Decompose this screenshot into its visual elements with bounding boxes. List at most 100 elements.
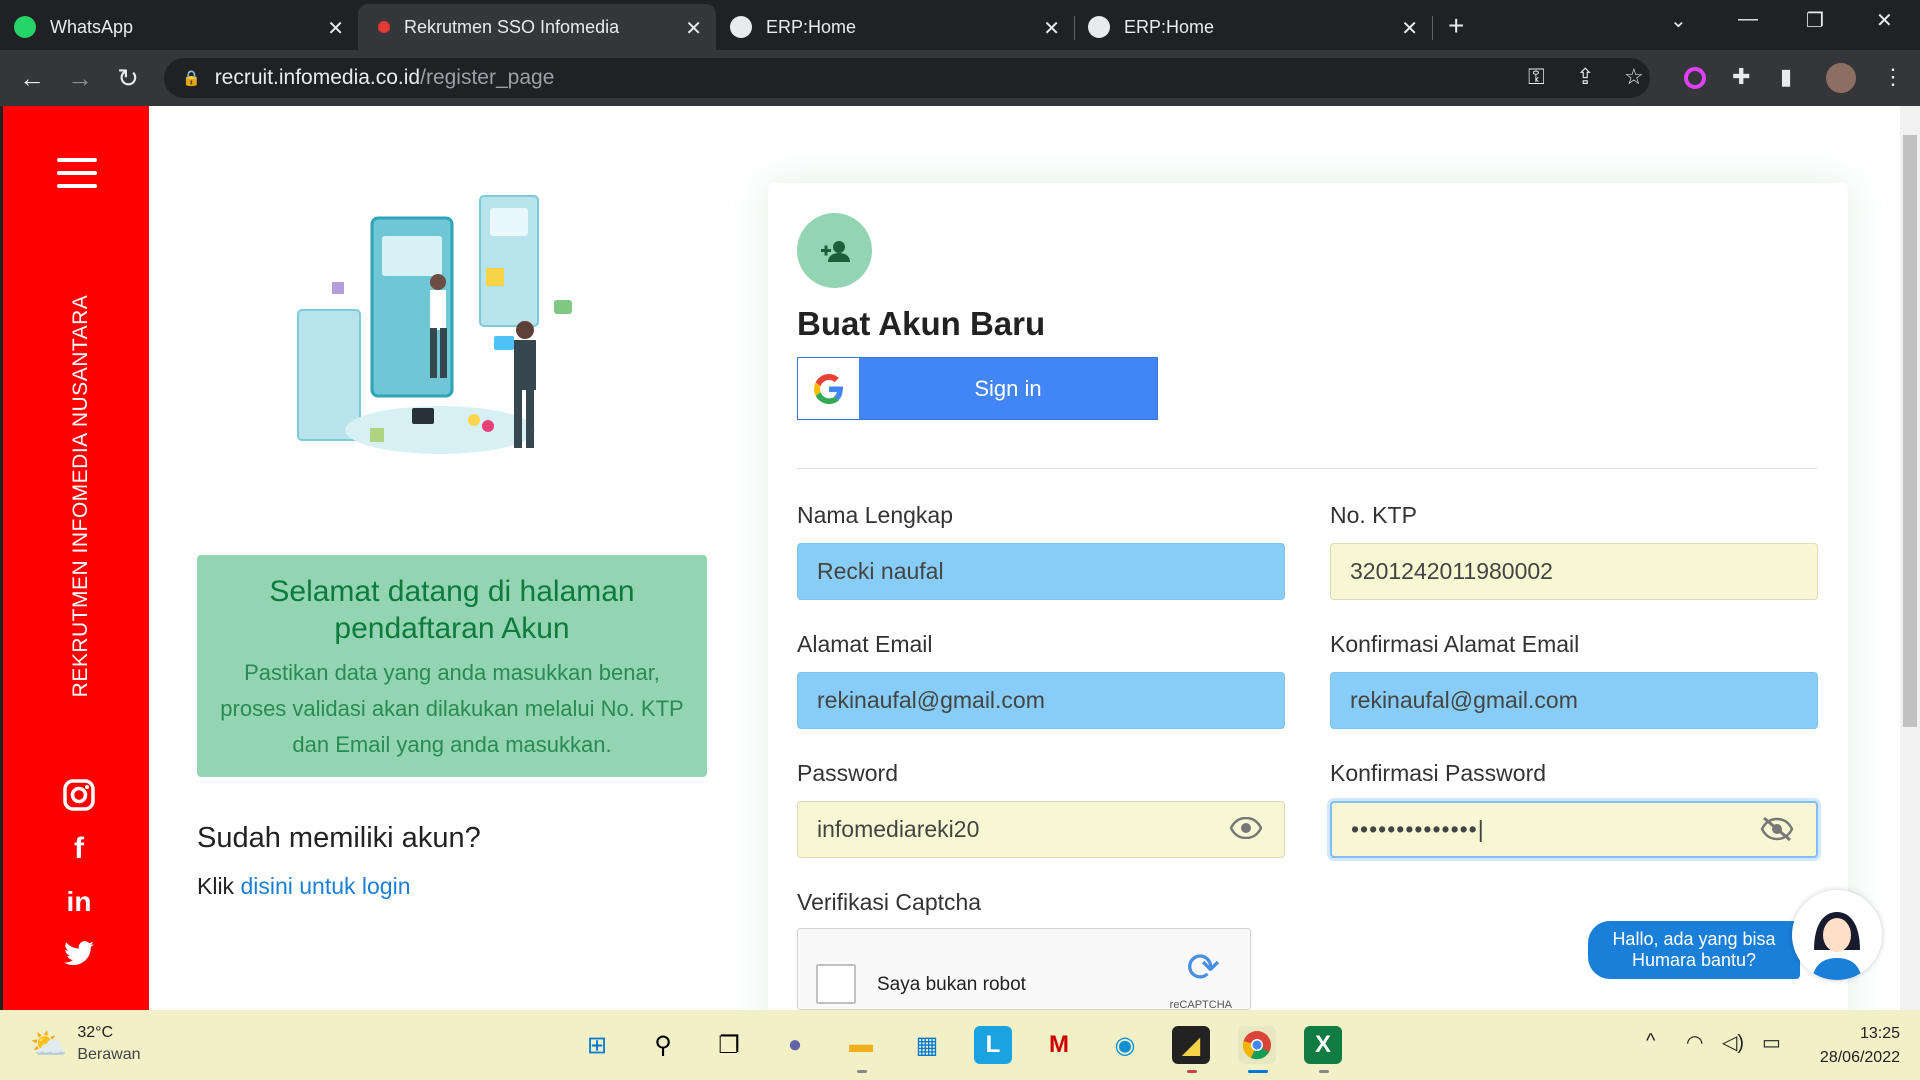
url-path: /register_page bbox=[420, 66, 555, 89]
microsoft-store-icon[interactable]: ▦ bbox=[908, 1026, 946, 1064]
instagram-icon[interactable] bbox=[61, 778, 97, 820]
task-view-icon[interactable]: ❐ bbox=[710, 1026, 748, 1064]
login-line: Klik disini untuk login bbox=[197, 873, 411, 900]
scrollbar-thumb[interactable] bbox=[1903, 135, 1917, 727]
mcafee-icon[interactable]: M bbox=[1040, 1026, 1078, 1064]
sticky-notes-icon[interactable]: ◢ bbox=[1172, 1026, 1210, 1064]
password-confirm-input[interactable]: ••••••••••••••| bbox=[1330, 801, 1818, 858]
password-label: Password bbox=[797, 760, 898, 786]
lock-icon: 🔒 bbox=[182, 70, 201, 87]
tab-whatsapp[interactable]: WhatsApp ✕ bbox=[0, 4, 359, 50]
tab-erp-home[interactable]: ERP:Home ✕ bbox=[716, 4, 1075, 50]
show-hidden-icons-chevron[interactable]: ^ bbox=[1646, 1030, 1655, 1053]
reload-icon[interactable]: ↻ bbox=[104, 63, 152, 94]
color-extension-icon[interactable] bbox=[1684, 67, 1706, 89]
divider bbox=[797, 468, 1817, 469]
battery-icon[interactable]: ▭ bbox=[1762, 1030, 1781, 1055]
close-icon[interactable]: ✕ bbox=[1401, 16, 1418, 41]
sidebar: REKRUTMEN INFOMEDIA NUSANTARA f in bbox=[0, 106, 149, 1010]
tab-label: ERP:Home bbox=[1124, 16, 1215, 37]
recaptcha-widget: Saya bukan robot ⟳ reCAPTCHA bbox=[797, 928, 1251, 1011]
infomedia-icon bbox=[378, 21, 390, 33]
running-indicator bbox=[1187, 1070, 1197, 1073]
address-bar: ← → ↻ 🔒 recruit.infomedia.co.id/register… bbox=[0, 50, 1920, 106]
profile-avatar[interactable] bbox=[1826, 63, 1856, 93]
forward-icon[interactable]: → bbox=[56, 63, 104, 94]
clock-date: 28/06/2022 bbox=[1819, 1049, 1900, 1066]
file-explorer-icon[interactable]: ▬ bbox=[842, 1026, 880, 1064]
google-sign-in-label: Sign in bbox=[974, 375, 1042, 401]
nama-value: Recki naufal bbox=[817, 558, 944, 584]
running-indicator bbox=[857, 1070, 867, 1073]
sidebar-brand-text: REKRUTMEN INFOMEDIA NUSANTARA bbox=[69, 294, 92, 698]
key-icon[interactable]: ⚿ bbox=[1528, 64, 1545, 90]
email-label: Alamat Email bbox=[797, 631, 933, 657]
email-confirm-input[interactable]: rekinaufal@gmail.com bbox=[1330, 672, 1818, 729]
teams-chat-icon[interactable]: ● bbox=[776, 1026, 814, 1064]
tab-rekrutmen[interactable]: Rekrutmen SSO Infomedia ✕ bbox=[358, 4, 716, 50]
ktp-label: No. KTP bbox=[1330, 502, 1417, 528]
chat-bubble[interactable]: Hallo, ada yang bisa Humara bantu? bbox=[1588, 921, 1800, 979]
google-icon bbox=[798, 358, 859, 419]
system-clock[interactable]: 13:25 28/06/2022 bbox=[1800, 1022, 1900, 1070]
window-close-icon[interactable]: ✕ bbox=[1876, 8, 1893, 33]
tab-erp-home-2[interactable]: ERP:Home ✕ bbox=[1074, 4, 1433, 50]
globe-icon bbox=[730, 16, 752, 38]
twitter-icon[interactable] bbox=[61, 940, 97, 976]
edge-icon[interactable]: ◉ bbox=[1106, 1026, 1144, 1064]
temperature: 32°C bbox=[77, 1024, 114, 1041]
close-icon[interactable]: ✕ bbox=[1043, 16, 1060, 41]
add-user-icon bbox=[797, 213, 872, 288]
chrome-icon[interactable] bbox=[1238, 1026, 1276, 1064]
email-input[interactable]: rekinaufal@gmail.com bbox=[797, 672, 1285, 729]
chat-avatar[interactable] bbox=[1792, 890, 1882, 980]
share-icon[interactable]: ⇪ bbox=[1576, 64, 1594, 90]
volume-icon[interactable]: ◁) bbox=[1722, 1030, 1744, 1055]
tab-search-icon[interactable]: ⌄ bbox=[1670, 8, 1687, 33]
active-indicator bbox=[1248, 1070, 1268, 1073]
password-input[interactable]: infomediareki20 bbox=[797, 801, 1285, 858]
ktp-input[interactable]: 3201242011980002 bbox=[1330, 543, 1818, 600]
new-tab-icon[interactable]: + bbox=[1448, 10, 1464, 42]
nama-lengkap-input[interactable]: Recki naufal bbox=[797, 543, 1285, 600]
eye-icon[interactable] bbox=[1229, 815, 1263, 846]
star-icon[interactable]: ☆ bbox=[1624, 64, 1644, 90]
excel-icon[interactable]: X bbox=[1304, 1026, 1342, 1064]
extensions-icon[interactable]: ✚ bbox=[1732, 64, 1750, 90]
menu-icon[interactable]: ⋮ bbox=[1882, 64, 1904, 90]
restore-icon[interactable]: ❐ bbox=[1806, 8, 1824, 33]
hamburger-menu-icon[interactable] bbox=[57, 158, 97, 197]
login-link[interactable]: disini untuk login bbox=[240, 873, 410, 899]
browser-tab-bar: WhatsApp ✕ Rekrutmen SSO Infomedia ✕ ERP… bbox=[0, 0, 1920, 50]
captcha-checkbox[interactable] bbox=[816, 964, 856, 1004]
wifi-icon[interactable]: ◠ bbox=[1686, 1030, 1703, 1055]
facebook-icon[interactable]: f bbox=[61, 832, 97, 866]
password-value: infomediareki20 bbox=[817, 816, 980, 842]
captcha-text: Saya bukan robot bbox=[877, 974, 1026, 995]
google-sign-in-button[interactable]: Sign in bbox=[797, 357, 1158, 420]
tab-separator bbox=[1432, 16, 1433, 40]
l-app-icon[interactable]: L bbox=[974, 1026, 1012, 1064]
eye-off-icon[interactable] bbox=[1760, 816, 1794, 849]
password-confirm-label: Konfirmasi Password bbox=[1330, 760, 1547, 786]
tab-label: ERP:Home bbox=[766, 16, 857, 37]
email-value: rekinaufal@gmail.com bbox=[817, 687, 1045, 713]
recaptcha-icon: ⟳ bbox=[1186, 946, 1220, 990]
side-panel-icon[interactable]: ▮ bbox=[1780, 64, 1792, 90]
windows-start-icon[interactable]: ⊞ bbox=[578, 1026, 616, 1064]
password-confirm-value: ••••••••••••••| bbox=[1351, 816, 1485, 842]
ktp-value: 3201242011980002 bbox=[1350, 558, 1553, 584]
minimize-icon[interactable]: — bbox=[1738, 8, 1758, 31]
tab-label: WhatsApp bbox=[50, 16, 134, 37]
close-icon[interactable]: ✕ bbox=[327, 16, 344, 41]
email-confirm-label: Konfirmasi Alamat Email bbox=[1330, 631, 1580, 657]
cloud-sun-icon: ⛅ bbox=[30, 1027, 68, 1061]
linkedin-icon[interactable]: in bbox=[61, 886, 97, 918]
back-icon[interactable]: ← bbox=[8, 63, 56, 94]
welcome-box: Selamat datang di halaman pendaftaran Ak… bbox=[197, 555, 707, 777]
running-indicator bbox=[1319, 1070, 1329, 1073]
url-input[interactable]: 🔒 recruit.infomedia.co.id/register_page bbox=[164, 58, 1650, 98]
weather-widget[interactable]: ⛅ 32°C Berawan bbox=[30, 1022, 141, 1066]
search-icon[interactable]: ⚲ bbox=[644, 1026, 682, 1064]
close-icon[interactable]: ✕ bbox=[685, 16, 702, 41]
